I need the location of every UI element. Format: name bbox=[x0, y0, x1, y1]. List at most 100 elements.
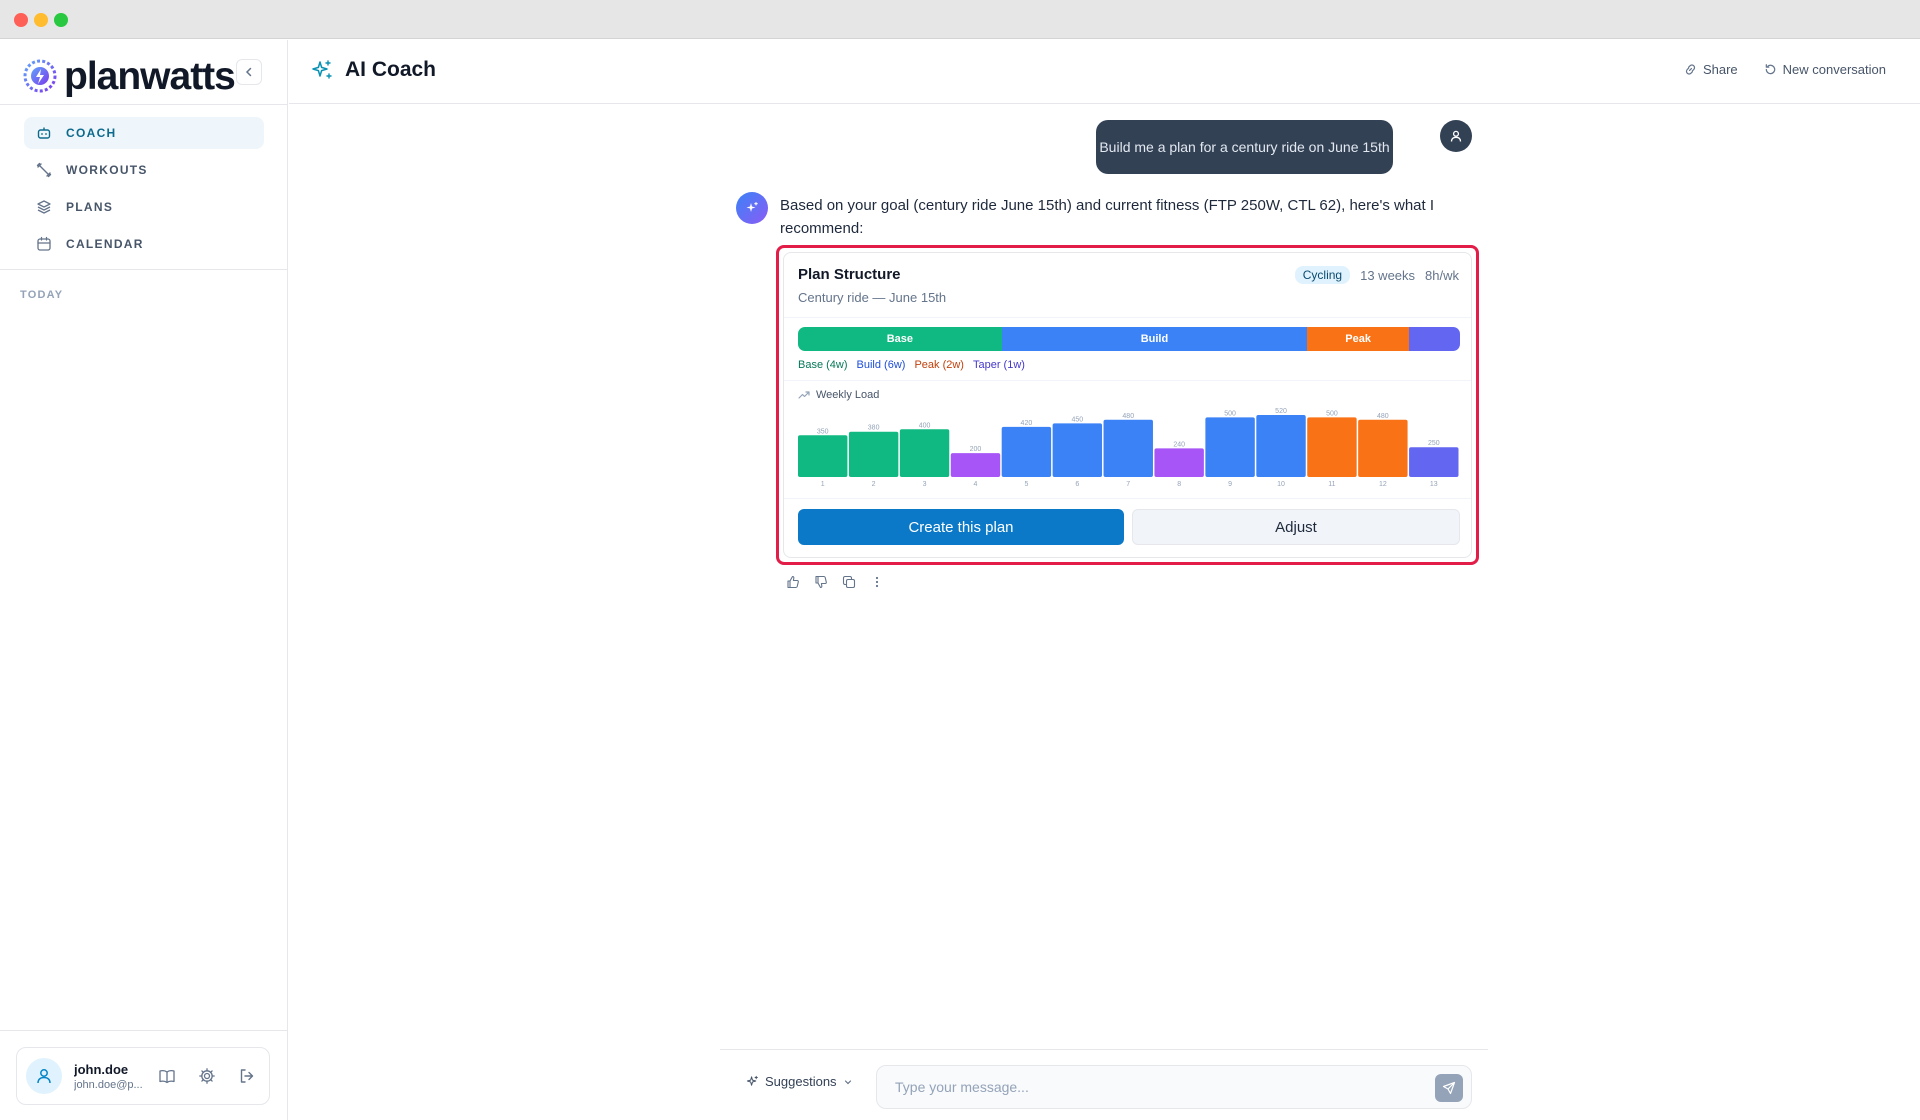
share-button[interactable]: Share bbox=[1684, 62, 1738, 77]
week-tick-label: 5 bbox=[1024, 481, 1028, 488]
week-tick-label: 6 bbox=[1075, 481, 1079, 488]
settings-button[interactable] bbox=[196, 1065, 218, 1087]
week-tick-label: 12 bbox=[1379, 481, 1387, 488]
book-open-icon bbox=[159, 1070, 175, 1084]
suggestions-label: Suggestions bbox=[765, 1074, 837, 1089]
card-divider bbox=[784, 317, 1471, 318]
thumbs-down-icon bbox=[815, 575, 827, 589]
bar-value-label: 200 bbox=[970, 446, 982, 453]
phase-segment-taper bbox=[1409, 327, 1460, 351]
thumbs-up-button[interactable] bbox=[784, 573, 802, 591]
brand-name: planwatts bbox=[64, 54, 236, 98]
bar-value-label: 420 bbox=[1021, 420, 1033, 427]
card-divider bbox=[784, 380, 1471, 381]
calendar-icon bbox=[36, 236, 52, 252]
message-actions bbox=[784, 573, 886, 591]
bar-value-label: 500 bbox=[1326, 410, 1338, 417]
trending-up-icon bbox=[798, 391, 810, 399]
sidebar-nav: COACH WORKOUTS PLANS CALENDAR bbox=[24, 117, 264, 265]
gear-icon bbox=[199, 1068, 215, 1084]
phase-legend-item: Peak (2w) bbox=[914, 359, 964, 371]
sidebar-divider bbox=[0, 269, 288, 270]
sparkles-icon bbox=[746, 1075, 758, 1086]
week-tick-label: 8 bbox=[1177, 481, 1181, 488]
maximize-window-button[interactable] bbox=[54, 13, 68, 27]
rotate-ccw-icon bbox=[1765, 64, 1775, 75]
new-conversation-button[interactable]: New conversation bbox=[1764, 62, 1886, 77]
avatar[interactable] bbox=[26, 1058, 62, 1094]
week-tick-label: 13 bbox=[1430, 481, 1438, 488]
plan-card-meta: Cycling 13 weeks 8h/wk bbox=[1294, 266, 1459, 284]
brand[interactable]: planwatts bbox=[22, 52, 236, 100]
send-button[interactable] bbox=[1435, 1074, 1463, 1102]
sidebar-item-workouts[interactable]: WORKOUTS bbox=[24, 154, 264, 186]
user-actions bbox=[156, 1065, 258, 1087]
bot-icon bbox=[36, 125, 52, 141]
sport-badge: Cycling bbox=[1294, 266, 1351, 284]
sidebar-item-label: COACH bbox=[66, 126, 117, 140]
more-vertical-icon bbox=[875, 576, 879, 588]
phase-segment-build: Build bbox=[1001, 327, 1308, 351]
bar-value-label: 500 bbox=[1224, 410, 1236, 417]
link-icon bbox=[1685, 64, 1696, 75]
plan-structure-card: Plan Structure Century ride — June 15th … bbox=[783, 252, 1472, 558]
sidebar: planwatts COACH WORKOUTS PLANS CALENDAR … bbox=[0, 40, 288, 1120]
sidebar-item-coach[interactable]: COACH bbox=[24, 117, 264, 149]
phase-segment-peak: Peak bbox=[1307, 327, 1410, 351]
suggestions-button[interactable]: Suggestions bbox=[746, 1074, 853, 1089]
bar-value-label: 400 bbox=[919, 422, 931, 429]
user-avatar bbox=[1440, 120, 1472, 152]
close-window-button[interactable] bbox=[14, 13, 28, 27]
sidebar-item-plans[interactable]: PLANS bbox=[24, 191, 264, 223]
window-titlebar bbox=[0, 0, 1920, 39]
copy-button[interactable] bbox=[840, 573, 858, 591]
collapse-sidebar-button[interactable] bbox=[236, 59, 262, 85]
send-icon bbox=[1442, 1081, 1456, 1095]
copy-icon bbox=[842, 575, 856, 589]
chevron-down-icon bbox=[844, 1079, 851, 1084]
chevron-left-icon bbox=[245, 67, 252, 77]
plan-hours: 8h/wk bbox=[1425, 267, 1459, 283]
plan-card-subtitle: Century ride — June 15th bbox=[798, 290, 947, 305]
section-heading-today: TODAY bbox=[20, 289, 64, 301]
weekly-load-title: Weekly Load bbox=[816, 389, 880, 401]
weekly-load-chart: 350 1 380 2 400 3 200 4 420 5 450 6 480 7 240 8 500 9 520 1… bbox=[798, 408, 1459, 488]
phase-legend-item: Build (6w) bbox=[856, 359, 906, 371]
week-tick-label: 7 bbox=[1126, 481, 1130, 488]
logout-button[interactable] bbox=[236, 1065, 258, 1087]
minimize-window-button[interactable] bbox=[34, 13, 48, 27]
load-bar bbox=[1307, 417, 1357, 477]
user-message-bubble: Build me a plan for a century ride on Ju… bbox=[1096, 120, 1393, 174]
adjust-button[interactable]: Adjust bbox=[1132, 509, 1460, 545]
docs-button[interactable] bbox=[156, 1065, 178, 1087]
user-icon bbox=[37, 1069, 51, 1084]
create-plan-button[interactable]: Create this plan bbox=[798, 509, 1124, 545]
plan-duration: 13 weeks bbox=[1360, 267, 1416, 283]
page-header: AI Coach Share New conversation bbox=[289, 40, 1920, 104]
planwatts-logo-icon bbox=[23, 59, 57, 93]
more-button[interactable] bbox=[868, 573, 886, 591]
phase-legend: Base (4w) Build (6w) Peak (2w) Taper (1w) bbox=[798, 359, 1025, 371]
user-card: john.doe john.doe@p... bbox=[16, 1047, 270, 1105]
share-label: Share bbox=[1702, 62, 1738, 77]
sidebar-item-label: CALENDAR bbox=[66, 237, 144, 251]
load-bar bbox=[1154, 448, 1204, 477]
load-bar bbox=[1103, 419, 1153, 477]
message-input[interactable] bbox=[876, 1065, 1472, 1109]
load-bar bbox=[798, 435, 848, 477]
logout-icon bbox=[240, 1069, 254, 1083]
bar-value-label: 450 bbox=[1071, 416, 1083, 423]
thumbs-down-button[interactable] bbox=[812, 573, 830, 591]
sidebar-item-label: WORKOUTS bbox=[66, 163, 148, 177]
layers-icon bbox=[36, 199, 52, 215]
week-tick-label: 4 bbox=[974, 481, 978, 488]
ai-message-text: Based on your goal (century ride June 15… bbox=[780, 197, 1435, 237]
sidebar-item-calendar[interactable]: CALENDAR bbox=[24, 228, 264, 260]
load-bar bbox=[950, 453, 1001, 477]
user-icon bbox=[1450, 130, 1462, 142]
page-title-text: AI Coach bbox=[345, 58, 437, 81]
ai-avatar bbox=[736, 192, 768, 224]
user-email: john.doe@p... bbox=[74, 1078, 143, 1091]
week-tick-label: 10 bbox=[1277, 481, 1285, 488]
load-bar bbox=[848, 431, 899, 477]
